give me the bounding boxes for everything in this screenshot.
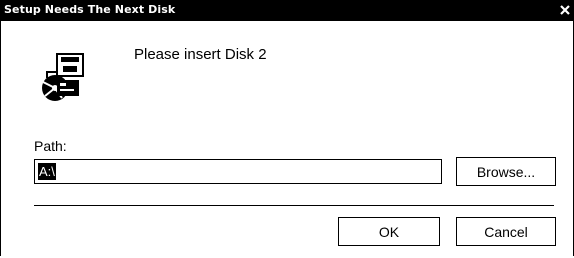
ok-button-label: OK <box>378 223 400 240</box>
path-value: A:\ <box>38 163 56 180</box>
browse-button-label: Browse... <box>476 163 536 180</box>
insert-disk-message: Please insert Disk 2 <box>134 46 267 63</box>
separator <box>34 205 554 206</box>
browse-button[interactable]: Browse... <box>456 157 556 186</box>
path-label: Path: <box>34 138 67 154</box>
title-bar[interactable]: Setup Needs The Next Disk <box>1 0 574 21</box>
window-title: Setup Needs The Next Disk <box>4 3 176 16</box>
path-input[interactable]: A:\ <box>34 159 442 184</box>
ok-button[interactable]: OK <box>338 217 440 246</box>
setup-dialog: Setup Needs The Next Disk Please insert … <box>0 0 574 256</box>
close-icon <box>560 5 570 15</box>
cancel-button[interactable]: Cancel <box>456 217 556 246</box>
close-button[interactable] <box>557 2 573 18</box>
disk-setup-icon <box>35 52 89 102</box>
cancel-button-label: Cancel <box>484 223 528 240</box>
